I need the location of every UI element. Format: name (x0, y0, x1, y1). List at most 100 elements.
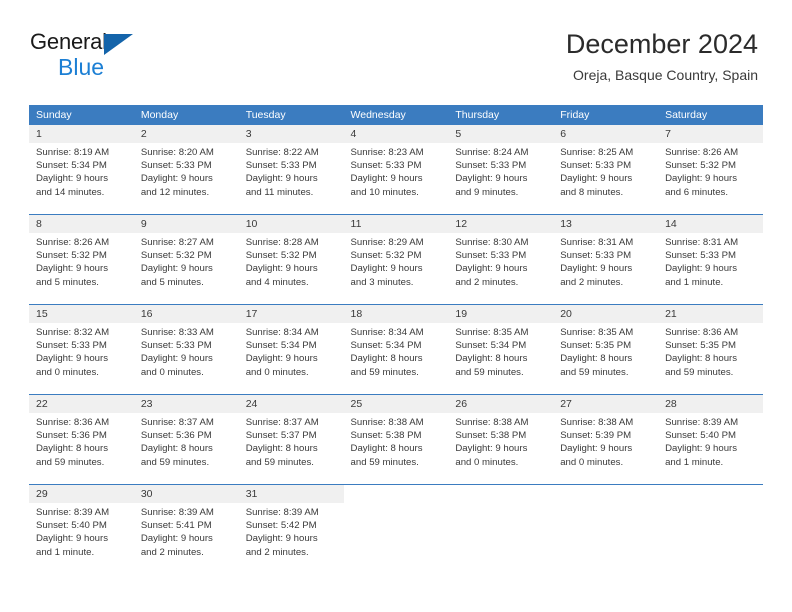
day-details: Sunrise: 8:35 AM Sunset: 5:35 PM Dayligh… (553, 323, 658, 379)
sunset-text: Sunset: 5:33 PM (560, 160, 632, 172)
daylight-text-line2: and 0 minutes. (455, 456, 519, 468)
daylight-text-line2: and 12 minutes. (140, 186, 210, 198)
sunrise-text: Sunrise: 8:29 AM (350, 237, 424, 248)
day-cell[interactable]: 24 Sunrise: 8:37 AM Sunset: 5:37 PM Dayl… (238, 395, 344, 484)
sunrise-text: Sunrise: 8:33 AM (140, 327, 214, 338)
calendar-page: General Blue December 2024 Oreja, Basque… (0, 0, 792, 612)
sunset-text: Sunset: 5:33 PM (455, 250, 527, 262)
week-row: 29 Sunrise: 8:39 AM Sunset: 5:40 PM Dayl… (29, 484, 763, 574)
day-number: 11 (343, 215, 449, 233)
daylight-text-line2: and 2 minutes. (245, 546, 309, 558)
day-cell[interactable]: 20 Sunrise: 8:35 AM Sunset: 5:35 PM Dayl… (553, 305, 659, 394)
sunset-text: Sunset: 5:33 PM (560, 250, 632, 262)
day-cell[interactable]: 12 Sunrise: 8:30 AM Sunset: 5:33 PM Dayl… (448, 215, 554, 304)
day-cell[interactable]: 11 Sunrise: 8:29 AM Sunset: 5:32 PM Dayl… (343, 215, 449, 304)
day-number: 19 (448, 305, 554, 323)
day-cell[interactable]: 14 Sunrise: 8:31 AM Sunset: 5:33 PM Dayl… (658, 215, 763, 304)
daylight-text-line1: Daylight: 8 hours (665, 353, 738, 365)
day-cell[interactable]: 5 Sunrise: 8:24 AM Sunset: 5:33 PM Dayli… (448, 125, 554, 214)
sunset-text: Sunset: 5:37 PM (245, 430, 317, 442)
sunrise-text: Sunrise: 8:39 AM (245, 507, 319, 518)
daylight-text-line1: Daylight: 9 hours (665, 443, 738, 455)
sunrise-text: Sunrise: 8:35 AM (455, 327, 529, 338)
sunset-text: Sunset: 5:42 PM (245, 520, 317, 532)
weekday-header-saturday: Saturday (665, 109, 708, 121)
day-cell[interactable]: 31 Sunrise: 8:39 AM Sunset: 5:42 PM Dayl… (238, 485, 344, 574)
day-details: Sunrise: 8:33 AM Sunset: 5:33 PM Dayligh… (134, 323, 239, 379)
day-number: 10 (238, 215, 344, 233)
day-cell[interactable]: 30 Sunrise: 8:39 AM Sunset: 5:41 PM Dayl… (133, 485, 239, 574)
day-number: 23 (133, 395, 239, 413)
title-block: December 2024 Oreja, Basque Country, Spa… (566, 28, 758, 84)
day-cell[interactable]: 29 Sunrise: 8:39 AM Sunset: 5:40 PM Dayl… (29, 485, 134, 574)
day-number: 13 (553, 215, 659, 233)
daylight-text-line1: Daylight: 9 hours (36, 533, 108, 545)
day-cell[interactable]: 7 Sunrise: 8:26 AM Sunset: 5:32 PM Dayli… (658, 125, 763, 214)
daylight-text-line1: Daylight: 8 hours (245, 443, 318, 455)
daylight-text-line2: and 59 minutes. (140, 456, 210, 468)
day-cell[interactable]: 3 Sunrise: 8:22 AM Sunset: 5:33 PM Dayli… (238, 125, 344, 214)
daylight-text-line1: Daylight: 9 hours (560, 443, 633, 455)
day-cell[interactable]: 18 Sunrise: 8:34 AM Sunset: 5:34 PM Dayl… (343, 305, 449, 394)
day-cell[interactable]: 17 Sunrise: 8:34 AM Sunset: 5:34 PM Dayl… (238, 305, 344, 394)
weekday-header-thursday: Thursday (455, 109, 500, 121)
day-number (448, 485, 554, 503)
daylight-text-line2: and 8 minutes. (560, 186, 624, 198)
sunrise-text: Sunrise: 8:34 AM (350, 327, 424, 338)
day-cell[interactable]: 1 Sunrise: 8:19 AM Sunset: 5:34 PM Dayli… (29, 125, 134, 214)
daylight-text-line1: Daylight: 9 hours (455, 263, 528, 275)
day-cell[interactable]: 2 Sunrise: 8:20 AM Sunset: 5:33 PM Dayli… (133, 125, 239, 214)
sunset-text: Sunset: 5:40 PM (36, 520, 107, 532)
day-details: Sunrise: 8:34 AM Sunset: 5:34 PM Dayligh… (344, 323, 449, 379)
day-cell[interactable]: 26 Sunrise: 8:38 AM Sunset: 5:38 PM Dayl… (448, 395, 554, 484)
day-details: Sunrise: 8:32 AM Sunset: 5:33 PM Dayligh… (29, 323, 134, 379)
daylight-text-line1: Daylight: 9 hours (245, 173, 318, 185)
day-number: 4 (343, 125, 449, 143)
day-cell[interactable]: 13 Sunrise: 8:31 AM Sunset: 5:33 PM Dayl… (553, 215, 659, 304)
day-number: 31 (238, 485, 344, 503)
sunset-text: Sunset: 5:35 PM (665, 340, 736, 352)
weekday-header-friday: Friday (560, 109, 590, 121)
sunset-text: Sunset: 5:34 PM (350, 340, 422, 352)
day-cell[interactable]: 21 Sunrise: 8:36 AM Sunset: 5:35 PM Dayl… (658, 305, 763, 394)
day-cell[interactable]: 9 Sunrise: 8:27 AM Sunset: 5:32 PM Dayli… (133, 215, 239, 304)
weekday-header-tuesday: Tuesday (245, 109, 286, 121)
day-number: 24 (238, 395, 344, 413)
day-cell[interactable]: 19 Sunrise: 8:35 AM Sunset: 5:34 PM Dayl… (448, 305, 554, 394)
day-cell[interactable]: 10 Sunrise: 8:28 AM Sunset: 5:32 PM Dayl… (238, 215, 344, 304)
day-details: Sunrise: 8:30 AM Sunset: 5:33 PM Dayligh… (448, 233, 553, 289)
sunset-text: Sunset: 5:34 PM (455, 340, 527, 352)
daylight-text-line2: and 11 minutes. (245, 186, 314, 198)
daylight-text-line2: and 59 minutes. (350, 456, 419, 468)
day-number: 2 (133, 125, 239, 143)
day-number: 5 (448, 125, 554, 143)
daylight-text-line1: Daylight: 8 hours (36, 443, 108, 455)
day-cell[interactable]: 28 Sunrise: 8:39 AM Sunset: 5:40 PM Dayl… (658, 395, 763, 484)
day-number: 8 (29, 215, 134, 233)
weekday-header-wednesday: Wednesday (350, 109, 406, 121)
sunrise-text: Sunrise: 8:31 AM (560, 237, 634, 248)
day-cell[interactable]: 16 Sunrise: 8:33 AM Sunset: 5:33 PM Dayl… (133, 305, 239, 394)
day-cell[interactable]: 23 Sunrise: 8:37 AM Sunset: 5:36 PM Dayl… (133, 395, 239, 484)
day-cell-empty (343, 485, 449, 574)
daylight-text-line2: and 14 minutes. (36, 186, 105, 198)
day-number: 29 (29, 485, 134, 503)
sunset-text: Sunset: 5:32 PM (350, 250, 422, 262)
day-cell[interactable]: 8 Sunrise: 8:26 AM Sunset: 5:32 PM Dayli… (29, 215, 134, 304)
day-details: Sunrise: 8:27 AM Sunset: 5:32 PM Dayligh… (134, 233, 239, 289)
daylight-text-line2: and 59 minutes. (36, 456, 105, 468)
day-cell[interactable]: 4 Sunrise: 8:23 AM Sunset: 5:33 PM Dayli… (343, 125, 449, 214)
daylight-text-line2: and 4 minutes. (245, 276, 309, 288)
weekday-header-sunday: Sunday (36, 109, 72, 121)
day-cell[interactable]: 6 Sunrise: 8:25 AM Sunset: 5:33 PM Dayli… (553, 125, 659, 214)
day-cell[interactable]: 15 Sunrise: 8:32 AM Sunset: 5:33 PM Dayl… (29, 305, 134, 394)
sunrise-text: Sunrise: 8:39 AM (36, 507, 110, 518)
sunset-text: Sunset: 5:41 PM (140, 520, 212, 532)
sunrise-text: Sunrise: 8:32 AM (36, 327, 110, 338)
day-cell[interactable]: 25 Sunrise: 8:38 AM Sunset: 5:38 PM Dayl… (343, 395, 449, 484)
daylight-text-line2: and 2 minutes. (455, 276, 519, 288)
sunrise-text: Sunrise: 8:39 AM (140, 507, 214, 518)
brand-logo[interactable]: General Blue (30, 30, 230, 82)
day-cell[interactable]: 22 Sunrise: 8:36 AM Sunset: 5:36 PM Dayl… (29, 395, 134, 484)
day-cell[interactable]: 27 Sunrise: 8:38 AM Sunset: 5:39 PM Dayl… (553, 395, 659, 484)
